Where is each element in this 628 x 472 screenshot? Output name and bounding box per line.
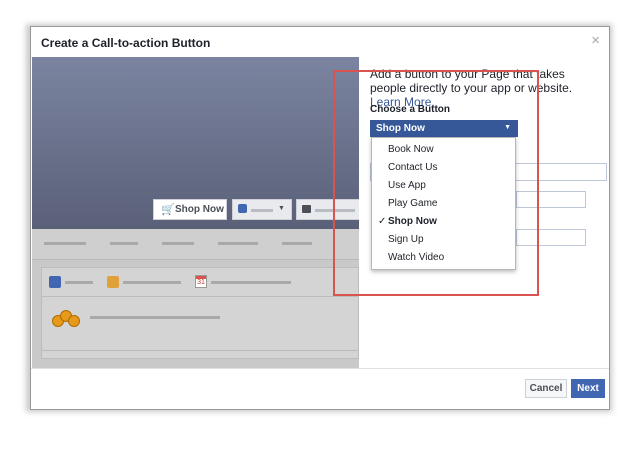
- settings-panel: Add a button to your Page that takes peo…: [359, 57, 609, 368]
- preview-nav-bar: [32, 229, 359, 260]
- placeholder-text: [211, 281, 291, 284]
- dialog-header: Create a Call-to-action Button ×: [31, 27, 609, 58]
- pencil-icon: [49, 276, 61, 288]
- preview-cta-label: Shop Now: [175, 204, 224, 215]
- preview-message-button: [296, 199, 359, 220]
- profile-picture: [52, 310, 82, 330]
- cover-photo: 🛒 Shop Now ▼: [32, 57, 359, 229]
- choose-button-label: Choose a Button: [370, 104, 450, 115]
- cta-dialog: Create a Call-to-action Button × 🛒 Shop …: [30, 26, 610, 410]
- option-use-app[interactable]: Use App: [372, 177, 515, 195]
- photo-icon: [107, 276, 119, 288]
- thumbs-up-icon: [238, 204, 247, 213]
- divider: [42, 350, 358, 351]
- option-watch-video[interactable]: Watch Video: [372, 249, 515, 267]
- check-icon: ✓: [378, 216, 387, 227]
- nav-placeholder: [162, 242, 194, 245]
- text-field-1[interactable]: [516, 191, 586, 208]
- nav-placeholder: [218, 242, 258, 245]
- placeholder-text: [65, 281, 93, 284]
- option-label: Shop Now: [388, 216, 437, 227]
- option-play-game[interactable]: Play Game: [372, 195, 515, 213]
- placeholder-text: [251, 209, 273, 212]
- message-icon: [302, 205, 311, 213]
- chevron-down-icon: ▼: [278, 205, 285, 212]
- page-preview: 🛒 Shop Now ▼ 31: [32, 57, 359, 368]
- intro-text: Add a button to your Page that takes peo…: [370, 67, 598, 109]
- button-type-dropdown: Book Now Contact Us Use App Play Game ✓ …: [371, 137, 516, 270]
- preview-composer: 31: [41, 267, 359, 359]
- preview-shop-now-button: 🛒 Shop Now: [153, 199, 227, 220]
- dialog-title: Create a Call-to-action Button: [41, 36, 211, 50]
- placeholder-text: [315, 209, 355, 212]
- option-sign-up[interactable]: Sign Up: [372, 231, 515, 249]
- composer-tabs: 31: [42, 268, 358, 297]
- option-book-now[interactable]: Book Now: [372, 141, 515, 159]
- button-type-select[interactable]: Shop Now ▼: [370, 120, 518, 137]
- preview-like-button: ▼: [232, 199, 292, 220]
- option-label: Book Now: [388, 144, 434, 155]
- placeholder-text: [90, 316, 220, 319]
- cart-icon: 🛒: [161, 204, 175, 216]
- dialog-footer: Cancel Next: [31, 368, 609, 409]
- close-icon[interactable]: ×: [591, 33, 600, 48]
- chevron-down-icon: ▼: [504, 124, 511, 131]
- placeholder-text: [123, 281, 181, 284]
- option-shop-now[interactable]: ✓ Shop Now: [372, 213, 515, 231]
- option-label: Play Game: [388, 198, 438, 209]
- option-label: Watch Video: [388, 252, 445, 263]
- option-label: Use App: [388, 180, 426, 191]
- next-button[interactable]: Next: [571, 379, 605, 398]
- nav-placeholder: [282, 242, 312, 245]
- nav-placeholder: [110, 242, 138, 245]
- select-value: Shop Now: [376, 123, 425, 134]
- calendar-icon: 31: [195, 275, 207, 288]
- option-contact-us[interactable]: Contact Us: [372, 159, 515, 177]
- intro-body: Add a button to your Page that takes peo…: [370, 67, 573, 95]
- nav-placeholder: [44, 242, 86, 245]
- text-field-2[interactable]: [516, 229, 586, 246]
- cancel-button[interactable]: Cancel: [525, 379, 567, 398]
- option-label: Contact Us: [388, 162, 438, 173]
- option-label: Sign Up: [388, 234, 424, 245]
